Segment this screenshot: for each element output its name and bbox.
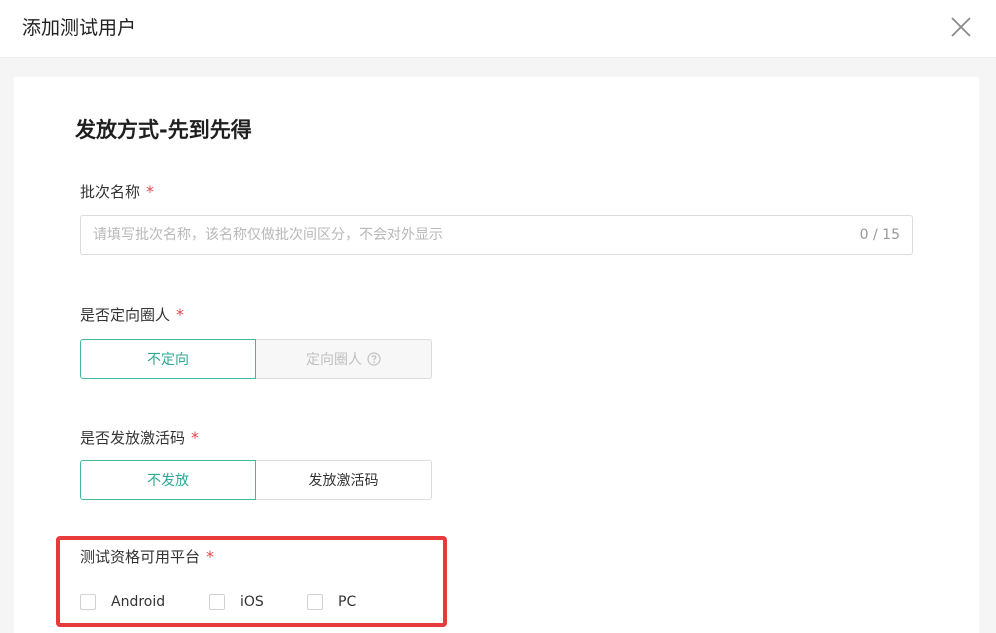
section-title: 发放方式-先到先得 [75,118,252,142]
add-test-user-dialog: 添加测试用户 发放方式-先到先得 批次名称 * 0 / 15 是否定向圈人 * 不定… [0,0,996,633]
required-mark: * [206,547,215,566]
no-activation-code-label: 不发放 [147,473,189,489]
platforms-label: 测试资格可用平台 * [80,547,214,567]
required-mark: * [191,428,200,447]
activation-code-label: 是否发放激活码 * [80,428,199,448]
dialog-header: 添加测试用户 [0,0,996,58]
close-icon [951,17,971,37]
platform-pc-checkbox[interactable]: PC [307,592,356,612]
checkbox-box[interactable] [80,594,96,610]
batch-name-label: 批次名称 * [80,182,154,202]
batch-name-label-text: 批次名称 [80,183,141,201]
targeted-label: 定向圈人 [306,352,362,368]
activation-code-label-text: 是否发放激活码 [80,429,186,447]
no-activation-code-option[interactable]: 不发放 [80,460,256,500]
close-button[interactable] [946,12,976,42]
issue-activation-code-label: 发放激活码 [308,473,379,489]
required-mark: * [176,305,185,324]
checkbox-box[interactable] [209,594,225,610]
checkbox-box[interactable] [307,594,323,610]
targeting-label-text: 是否定向圈人 [80,306,171,324]
no-targeting-label: 不定向 [147,352,189,368]
targeted-option[interactable]: 定向圈人 [256,339,432,379]
question-circle-icon[interactable] [367,352,381,366]
platform-ios-checkbox[interactable]: iOS [209,592,264,612]
required-mark: * [146,182,155,201]
targeting-segment: 不定向 定向圈人 [80,339,432,379]
no-targeting-option[interactable]: 不定向 [80,339,256,379]
targeting-label: 是否定向圈人 * [80,305,184,325]
batch-name-field: 0 / 15 [80,215,913,255]
dialog-title: 添加测试用户 [22,17,137,39]
platform-pc-label: PC [338,594,357,610]
issue-activation-code-option[interactable]: 发放激活码 [256,460,432,500]
platform-android-checkbox[interactable]: Android [80,592,165,612]
platform-ios-label: iOS [240,594,264,610]
platform-android-label: Android [111,594,166,610]
platforms-label-text: 测试资格可用平台 [80,548,201,566]
batch-name-input[interactable] [93,216,833,254]
char-counter: 0 / 15 [859,227,900,243]
activation-code-segment: 不发放 发放激活码 [80,460,432,500]
